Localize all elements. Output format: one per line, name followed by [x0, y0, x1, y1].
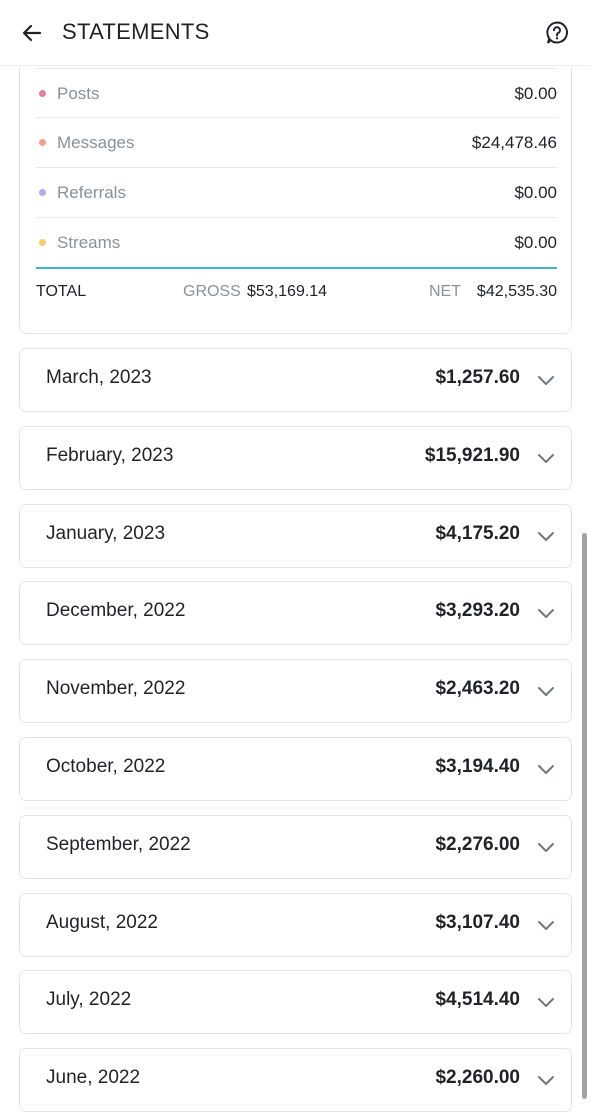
month-amount: $3,107.40	[435, 912, 520, 933]
month-label: February, 2023	[46, 445, 174, 466]
streams-dot-icon	[39, 239, 46, 246]
month-amount: $2,276.00	[435, 834, 520, 855]
month-amount: $1,257.60	[435, 367, 520, 388]
page-title: STATEMENTS	[62, 19, 210, 44]
chevron-down-icon[interactable]	[535, 369, 557, 391]
total-divider	[36, 267, 557, 269]
month-label: September, 2022	[46, 834, 191, 855]
month-amount: $4,175.20	[435, 523, 520, 544]
gross-value: $53,169.14	[247, 283, 328, 300]
month-amount: $2,260.00	[435, 1067, 520, 1088]
month-label: December, 2022	[46, 600, 186, 621]
scrollbar[interactable]	[582, 533, 587, 1099]
help-button[interactable]	[542, 18, 572, 48]
summary-row-referrals: Referrals $0.00	[36, 167, 557, 217]
month-statement-row[interactable]: July, 2022 $4,514.40	[19, 970, 572, 1034]
month-statement-row[interactable]: February, 2023 $15,921.90	[19, 426, 572, 490]
month-statement-row[interactable]: September, 2022 $2,276.00	[19, 815, 572, 879]
messages-dot-icon	[39, 139, 46, 146]
summary-row-label: Referrals	[57, 182, 126, 202]
month-amount: $4,514.40	[435, 989, 520, 1010]
referrals-dot-icon	[39, 189, 46, 196]
month-statement-row[interactable]: June, 2022 $2,260.00	[19, 1048, 572, 1112]
month-statement-row[interactable]: August, 2022 $3,107.40	[19, 893, 572, 957]
back-button[interactable]	[18, 20, 46, 46]
summary-row-value: $0.00	[514, 182, 557, 202]
net-value: $42,535.30	[476, 283, 557, 300]
earnings-summary-card: Posts $0.00 Messages $24,478.46 Referral…	[19, 66, 572, 334]
month-label: March, 2023	[46, 367, 152, 388]
chevron-down-icon[interactable]	[535, 447, 557, 469]
help-circle-icon	[546, 21, 569, 44]
month-statement-row[interactable]: November, 2022 $2,463.20	[19, 659, 572, 723]
total-row: TOTAL GROSS $53,169.14 NET $42,535.30	[36, 281, 557, 305]
month-amount: $3,194.40	[435, 756, 520, 777]
summary-row-streams: Streams $0.00	[36, 217, 557, 267]
summary-row-label: Messages	[57, 132, 135, 152]
summary-row-value: $0.00	[514, 83, 557, 103]
summary-row-value: $0.00	[514, 232, 557, 252]
month-statement-row[interactable]: March, 2023 $1,257.60	[19, 348, 572, 412]
month-statement-row[interactable]: October, 2022 $3,194.40	[19, 737, 572, 801]
gross-label: GROSS	[183, 283, 241, 300]
month-amount: $15,921.90	[424, 445, 520, 466]
month-amount: $3,293.20	[435, 600, 520, 621]
app-header: STATEMENTS	[0, 0, 591, 66]
month-label: July, 2022	[46, 989, 132, 1010]
net-label: NET	[429, 283, 461, 300]
month-label: August, 2022	[46, 912, 158, 933]
month-label: November, 2022	[46, 678, 186, 699]
chevron-down-icon[interactable]	[535, 991, 557, 1013]
month-label: January, 2023	[46, 523, 166, 544]
chevron-down-icon[interactable]	[535, 836, 557, 858]
month-label: June, 2022	[46, 1067, 141, 1088]
chevron-down-icon[interactable]	[535, 758, 557, 780]
total-label: TOTAL	[36, 283, 87, 300]
summary-row-value: $24,478.46	[471, 132, 557, 152]
summary-row-posts: Posts $0.00	[36, 68, 557, 118]
chevron-down-icon[interactable]	[535, 680, 557, 702]
posts-dot-icon	[39, 90, 46, 97]
month-statement-row[interactable]: December, 2022 $3,293.20	[19, 581, 572, 645]
month-label: October, 2022	[46, 756, 166, 777]
chevron-down-icon[interactable]	[535, 525, 557, 547]
chevron-down-icon[interactable]	[535, 602, 557, 624]
month-amount: $2,463.20	[435, 678, 520, 699]
chevron-down-icon[interactable]	[535, 1069, 557, 1091]
arrow-left-icon	[22, 24, 42, 42]
summary-row-messages: Messages $24,478.46	[36, 117, 557, 167]
summary-row-label: Posts	[57, 83, 100, 103]
summary-row-label: Streams	[57, 232, 121, 252]
chevron-down-icon[interactable]	[535, 914, 557, 936]
month-statement-row[interactable]: January, 2023 $4,175.20	[19, 504, 572, 568]
